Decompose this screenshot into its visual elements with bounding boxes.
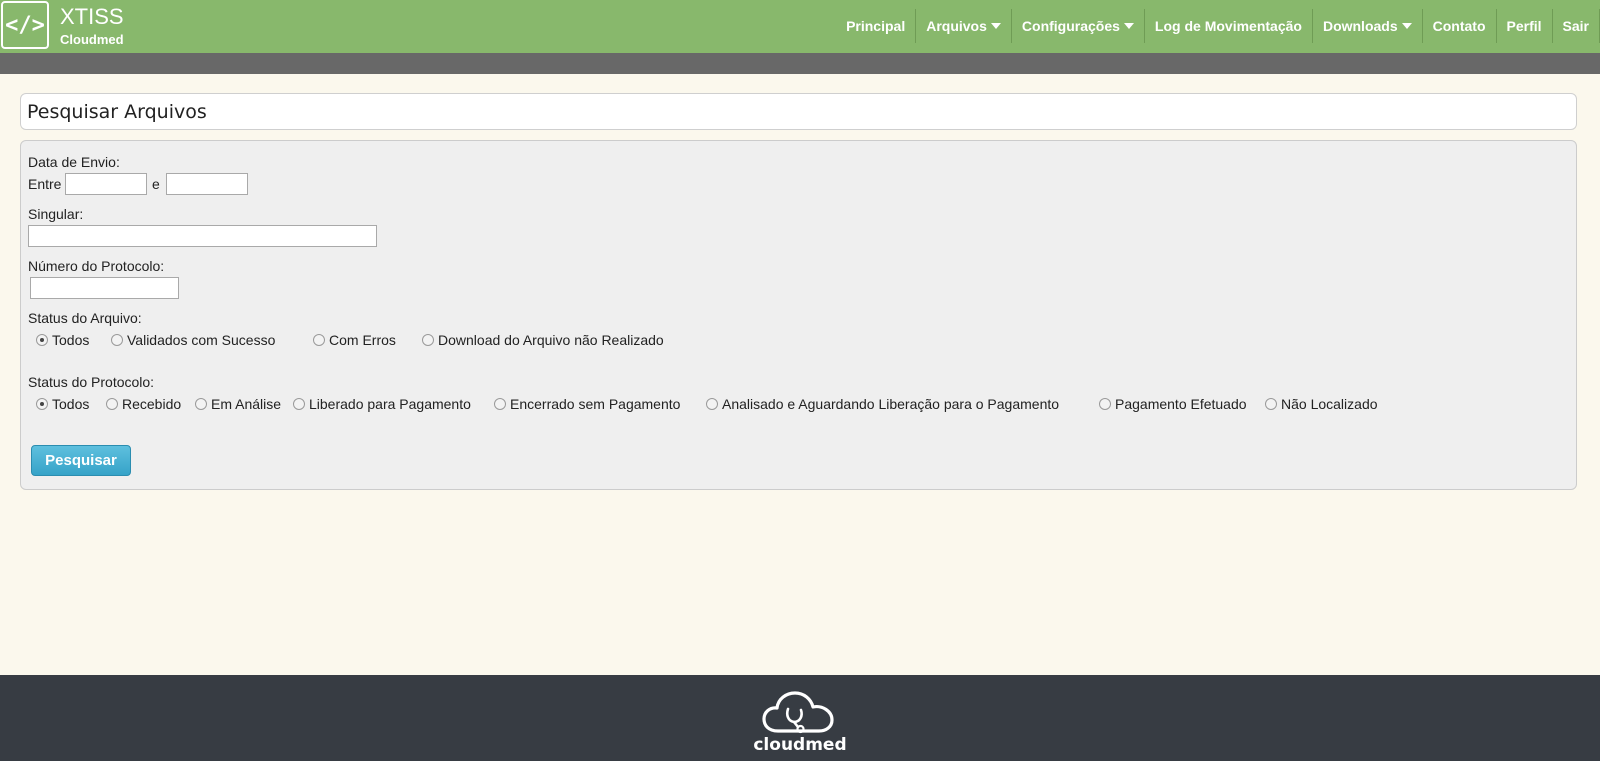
nav-label: Downloads <box>1322 18 1398 34</box>
top-navbar: </> XTISS Cloudmed Principal Arquivos Co… <box>0 0 1600 53</box>
radio-selected-icon[interactable] <box>36 398 48 410</box>
nav-label: Contato <box>1432 18 1486 34</box>
nav-label: Arquivos <box>926 18 987 34</box>
radio-icon[interactable] <box>111 334 123 346</box>
nav-label: Principal <box>846 18 906 34</box>
nav-perfil[interactable]: Perfil <box>1497 9 1553 43</box>
radio-icon[interactable] <box>106 398 118 410</box>
singular-label: Singular: <box>28 206 84 222</box>
file-status-option-download-nao-realizado[interactable]: Download do Arquivo não Realizado <box>422 332 664 348</box>
file-status-option-com-erros[interactable]: Com Erros <box>313 332 396 348</box>
radio-label: Analisado e Aguardando Liberação para o … <box>722 396 1060 412</box>
nav-downloads[interactable]: Downloads <box>1313 9 1423 43</box>
footer-brand: cloudmed <box>753 735 847 755</box>
protocol-status-option-todos[interactable]: Todos <box>36 396 89 412</box>
date-label: Data de Envio: <box>28 154 120 170</box>
singular-input[interactable] <box>28 225 377 247</box>
protocol-number-label: Número do Protocolo: <box>28 258 165 274</box>
protocol-number-input[interactable] <box>30 277 179 299</box>
radio-icon[interactable] <box>494 398 506 410</box>
search-button[interactable]: Pesquisar <box>31 445 131 476</box>
protocol-status-label: Status do Protocolo: <box>28 374 155 390</box>
radio-icon[interactable] <box>1099 398 1111 410</box>
nav-label: Log de Movimentação <box>1154 18 1302 34</box>
radio-label: Recebido <box>122 396 182 412</box>
nav-configuracoes[interactable]: Configurações <box>1012 9 1145 43</box>
nav-contato[interactable]: Contato <box>1423 9 1497 43</box>
radio-selected-icon[interactable] <box>36 334 48 346</box>
radio-icon[interactable] <box>1265 398 1277 410</box>
nav-principal[interactable]: Principal <box>836 9 917 43</box>
radio-icon[interactable] <box>422 334 434 346</box>
chevron-down-icon <box>1401 23 1412 29</box>
radio-icon[interactable] <box>293 398 305 410</box>
radio-label: Todos <box>52 396 90 412</box>
file-status-option-todos[interactable]: Todos <box>36 332 89 348</box>
nav-log-movimentacao[interactable]: Log de Movimentação <box>1145 9 1313 43</box>
date-from-input[interactable] <box>65 173 147 195</box>
footer: cloudmed <box>0 675 1600 761</box>
radio-label: Em Análise <box>211 396 282 412</box>
protocol-status-option-analisado-aguardando[interactable]: Analisado e Aguardando Liberação para o … <box>706 396 1059 412</box>
radio-label: Pagamento Efetuado <box>1115 396 1247 412</box>
date-to-input[interactable] <box>166 173 248 195</box>
radio-label: Liberado para Pagamento <box>309 396 471 412</box>
sub-header-bar <box>0 53 1600 74</box>
main-nav: Principal Arquivos Configurações Log de … <box>836 9 1600 43</box>
radio-icon[interactable] <box>195 398 207 410</box>
brand-subtitle: Cloudmed <box>60 32 124 47</box>
nav-label: Configurações <box>1021 18 1120 34</box>
chevron-down-icon <box>1123 23 1134 29</box>
protocol-status-option-em-analise[interactable]: Em Análise <box>195 396 281 412</box>
nav-sair[interactable]: Sair <box>1553 9 1600 43</box>
radio-icon[interactable] <box>706 398 718 410</box>
file-status-option-validados[interactable]: Validados com Sucesso <box>111 332 275 348</box>
radio-label: Todos <box>52 332 90 348</box>
nav-arquivos[interactable]: Arquivos <box>916 9 1012 43</box>
chevron-down-icon <box>990 23 1001 29</box>
page-title-panel: Pesquisar Arquivos <box>20 93 1577 130</box>
radio-label: Download do Arquivo não Realizado <box>438 332 664 348</box>
search-form-panel: Data de Envio: Entre e Singular: Número … <box>20 140 1577 490</box>
radio-label: Validados com Sucesso <box>127 332 276 348</box>
protocol-status-option-recebido[interactable]: Recebido <box>106 396 181 412</box>
protocol-status-option-nao-localizado[interactable]: Não Localizado <box>1265 396 1378 412</box>
protocol-status-option-pagamento-efetuado[interactable]: Pagamento Efetuado <box>1099 396 1247 412</box>
nav-label: Perfil <box>1506 18 1542 34</box>
radio-label: Com Erros <box>329 332 396 348</box>
nav-label: Sair <box>1562 18 1589 34</box>
and-label: e <box>152 176 160 192</box>
radio-label: Não Localizado <box>1281 396 1378 412</box>
between-label: Entre <box>28 176 62 192</box>
radio-label: Encerrado sem Pagamento <box>510 396 681 412</box>
protocol-status-option-encerrado[interactable]: Encerrado sem Pagamento <box>494 396 680 412</box>
page-title: Pesquisar Arquivos <box>27 101 207 123</box>
file-status-label: Status do Arquivo: <box>28 310 142 326</box>
brand-title: XTISS <box>60 4 124 29</box>
cloud-stethoscope-icon <box>762 691 834 734</box>
protocol-status-option-liberado[interactable]: Liberado para Pagamento <box>293 396 471 412</box>
code-brackets-logo-icon[interactable]: </> <box>1 1 49 49</box>
radio-icon[interactable] <box>313 334 325 346</box>
